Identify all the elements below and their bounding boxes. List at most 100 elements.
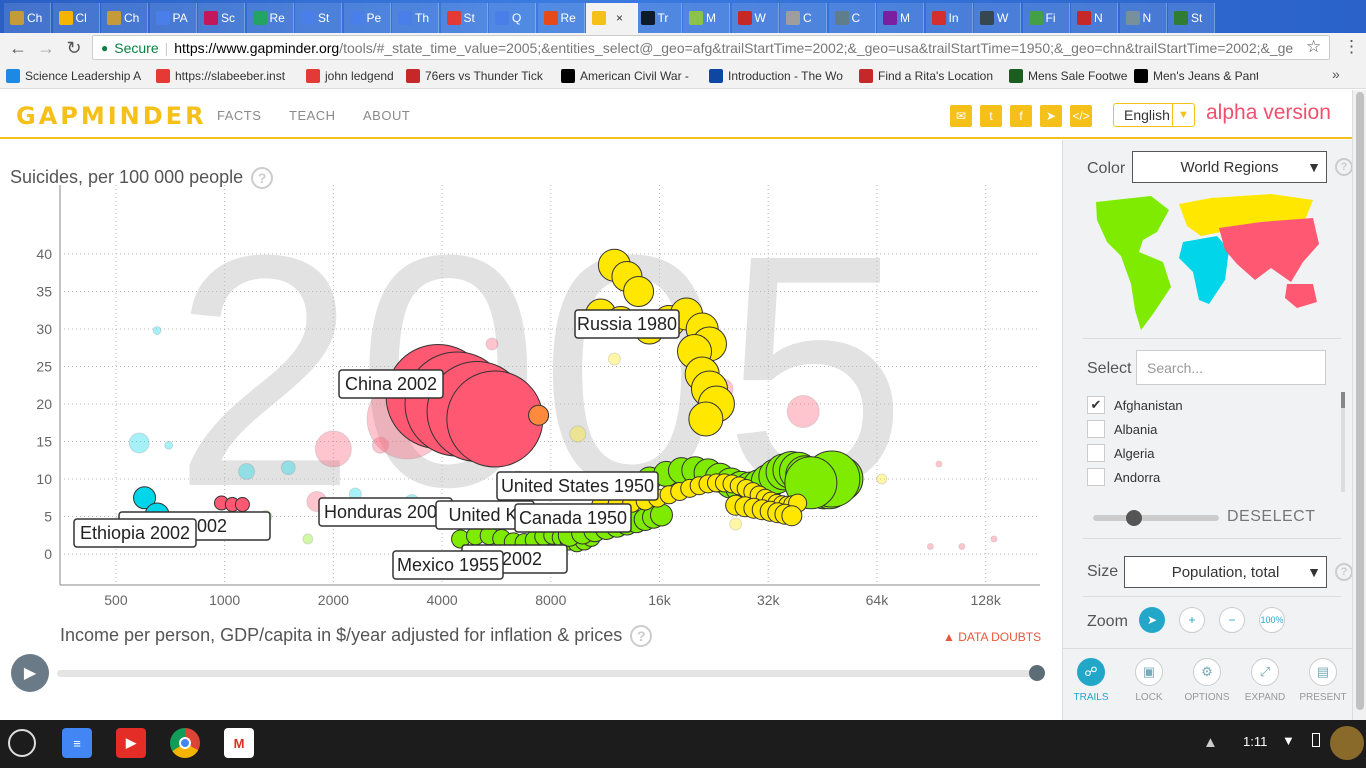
zoom-in-icon[interactable]: + xyxy=(1179,607,1205,633)
opacity-slider-handle[interactable] xyxy=(1126,510,1142,526)
browser-tab[interactable]: M xyxy=(683,3,730,33)
deselect-button[interactable]: DESELECT xyxy=(1227,508,1315,526)
options-button[interactable]: ⚙ OPTIONS xyxy=(1180,658,1234,703)
search-input[interactable]: Search... xyxy=(1136,350,1326,385)
chrome-icon[interactable] xyxy=(170,728,200,758)
twitter-icon[interactable]: t xyxy=(980,105,1002,127)
browser-tab[interactable]: Sc xyxy=(198,3,245,33)
scrollbar-thumb[interactable] xyxy=(1356,92,1364,710)
help-icon[interactable]: ? xyxy=(630,625,653,648)
browser-tab[interactable]: Pe xyxy=(343,3,391,33)
checkbox-icon[interactable] xyxy=(1087,444,1105,462)
close-tab-icon[interactable]: × xyxy=(616,11,623,25)
bookmark-item[interactable]: Science Leadership A xyxy=(0,68,150,83)
chart-entity-label[interactable]: Canada 1950 xyxy=(514,503,632,533)
address-bar[interactable]: ● Secure | https://www.gapminder.org/too… xyxy=(92,35,1330,60)
play-button[interactable]: ▶ xyxy=(11,654,49,692)
country-algeria[interactable]: Algeria xyxy=(1087,444,1154,462)
nav-teach[interactable]: TEACH xyxy=(289,108,336,123)
expand-button[interactable]: ⤢ EXPAND xyxy=(1238,658,1292,703)
trails-button[interactable]: ☍ TRAILS xyxy=(1064,658,1118,703)
mail-icon[interactable]: ✉ xyxy=(950,105,972,127)
chart-entity-label[interactable]: Russia 1980 xyxy=(574,309,680,339)
browser-tab[interactable]: Cl xyxy=(52,3,100,33)
lock-button[interactable]: ▣ LOCK xyxy=(1122,658,1176,703)
size-select[interactable]: Population, total ▼ xyxy=(1124,556,1327,588)
reload-icon[interactable]: ↻ xyxy=(60,34,88,62)
color-select[interactable]: World Regions ▼ xyxy=(1132,151,1327,183)
country-andorra[interactable]: Andorra xyxy=(1087,468,1160,486)
data-doubts-link[interactable]: ▲ DATA DOUBTS xyxy=(943,630,1041,644)
youtube-icon[interactable]: ▶ xyxy=(116,728,146,758)
browser-tab[interactable]: Re xyxy=(246,3,294,33)
browser-tab[interactable]: Ch xyxy=(4,3,51,33)
telegram-icon[interactable]: ➤ xyxy=(1040,105,1062,127)
back-icon[interactable]: ← xyxy=(4,34,32,62)
zoom-reset-button[interactable]: 100% xyxy=(1259,607,1285,633)
checkbox-icon[interactable] xyxy=(1087,420,1105,438)
pointer-icon[interactable]: ➤ xyxy=(1139,607,1165,633)
browser-tab[interactable]: N xyxy=(1119,3,1167,33)
bubble-chart[interactable]: 2005500 1000 2000 4000 8000 16k 32k 64k 128k0510… xyxy=(0,185,1062,655)
nav-about[interactable]: ABOUT xyxy=(363,108,410,123)
time-slider-track[interactable] xyxy=(57,670,1037,677)
browser-tab[interactable]: St xyxy=(295,3,342,33)
browser-tab[interactable]: Re xyxy=(537,3,585,33)
browser-tab[interactable]: × xyxy=(586,3,638,33)
bookmark-item[interactable]: john ledgend xyxy=(300,68,400,83)
more-bookmarks-icon[interactable]: » xyxy=(1332,66,1340,82)
country-list-scrollbar[interactable] xyxy=(1341,392,1345,492)
page-scrollbar[interactable] xyxy=(1352,90,1366,720)
checkbox-checked-icon[interactable]: ✔ xyxy=(1087,396,1105,414)
browser-tab[interactable]: St xyxy=(440,3,488,33)
notification-icon[interactable]: ▲ xyxy=(1203,734,1218,751)
wifi-icon[interactable]: ▼ xyxy=(1282,733,1295,748)
bookmark-item[interactable]: Mens Sale Footwear xyxy=(1003,68,1128,83)
time-slider-handle[interactable] xyxy=(1029,665,1045,681)
battery-icon[interactable] xyxy=(1312,733,1320,747)
bookmark-item[interactable]: Find a Rita's Location xyxy=(853,68,1003,83)
browser-tab[interactable]: Th xyxy=(392,3,439,33)
country-afghanistan[interactable]: ✔ Afghanistan xyxy=(1087,396,1183,414)
bookmark-item[interactable]: https://slabeeber.inst xyxy=(150,68,300,83)
forward-icon[interactable]: → xyxy=(32,34,60,62)
gmail-icon[interactable]: M xyxy=(224,728,254,758)
chart-entity-label[interactable]: Honduras 2002 xyxy=(318,497,453,527)
clock[interactable]: 1:11 xyxy=(1243,734,1267,749)
browser-tab[interactable]: W xyxy=(974,3,1021,33)
browser-tab[interactable]: C xyxy=(780,3,827,33)
help-icon[interactable]: ? xyxy=(1335,563,1353,581)
bookmark-item[interactable]: Men's Jeans & Pants xyxy=(1128,68,1258,83)
help-icon[interactable]: ? xyxy=(1335,158,1353,176)
bookmark-item[interactable]: Introduction - The Wo xyxy=(703,68,853,83)
docs-icon[interactable]: ≡ xyxy=(62,728,92,758)
browser-tab[interactable]: N xyxy=(1071,3,1118,33)
browser-tab[interactable]: PA xyxy=(149,3,197,33)
browser-tab[interactable]: Fi xyxy=(1022,3,1070,33)
world-regions-map[interactable] xyxy=(1091,192,1331,332)
menu-icon[interactable]: ⋮ xyxy=(1343,37,1360,57)
browser-tab[interactable]: Ch xyxy=(101,3,148,33)
country-albania[interactable]: Albania xyxy=(1087,420,1157,438)
launcher-icon[interactable] xyxy=(8,729,36,757)
code-icon[interactable]: </> xyxy=(1070,105,1092,127)
nav-facts[interactable]: FACTS xyxy=(217,108,261,123)
chart-entity-label[interactable]: Mexico 1955 xyxy=(392,550,504,580)
x-axis-title[interactable]: Income per person, GDP/capita in $/year … xyxy=(60,625,653,648)
bookmark-item[interactable]: 76ers vs Thunder Tick xyxy=(400,68,555,83)
browser-tab[interactable]: Tr xyxy=(634,3,682,33)
avatar[interactable] xyxy=(1330,726,1364,760)
language-select[interactable]: English ▼ xyxy=(1113,103,1195,127)
browser-tab[interactable]: M xyxy=(877,3,924,33)
zoom-out-icon[interactable]: − xyxy=(1219,607,1245,633)
browser-tab[interactable]: St xyxy=(1168,3,1215,33)
chart-entity-label[interactable]: United States 1950 xyxy=(496,471,659,501)
chart-entity-label[interactable]: Ethiopia 2002 xyxy=(73,518,197,548)
checkbox-icon[interactable] xyxy=(1087,468,1105,486)
present-button[interactable]: ▤ PRESENT xyxy=(1296,658,1350,703)
browser-tab[interactable]: Q xyxy=(489,3,536,33)
gapminder-logo[interactable]: GAPMINDER xyxy=(16,102,207,130)
bookmark-item[interactable]: American Civil War - xyxy=(555,68,703,83)
browser-tab[interactable]: W xyxy=(731,3,779,33)
bookmark-star-icon[interactable]: ☆ xyxy=(1306,37,1321,57)
